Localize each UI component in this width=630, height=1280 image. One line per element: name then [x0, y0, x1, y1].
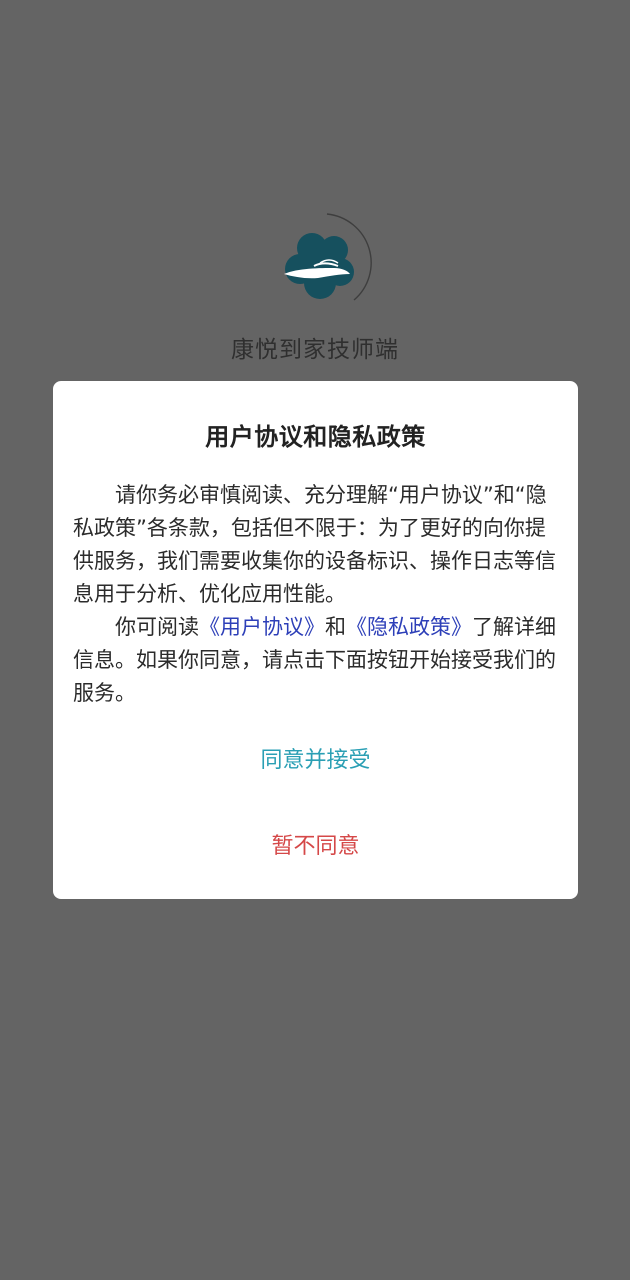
dialog-paragraph-2: 你可阅读《用户协议》和《隐私政策》了解详细信息。如果你同意，请点击下面按钮开始接… — [73, 611, 559, 710]
decline-button[interactable]: 暂不同意 — [53, 828, 578, 860]
privacy-policy-link[interactable]: 《隐私政策》 — [346, 615, 472, 639]
app-logo — [270, 208, 380, 318]
app-name: 康悦到家技师端 — [231, 337, 399, 363]
accept-button[interactable]: 同意并接受 — [53, 742, 578, 774]
user-agreement-link[interactable]: 《用户协议》 — [199, 615, 325, 639]
dialog-title: 用户协议和隐私政策 — [205, 423, 426, 451]
cloud-hand-logo-icon — [284, 213, 372, 301]
privacy-dialog: 用户协议和隐私政策 请你务必审慎阅读、充分理解“用户协议”和“隐私政策”各条款，… — [53, 381, 578, 899]
dialog-paragraph-1: 请你务必审慎阅读、充分理解“用户协议”和“隐私政策”各条款，包括但不限于：为了更… — [73, 483, 556, 606]
paragraph-2-prefix: 你可阅读 — [115, 615, 199, 639]
paragraph-2-middle: 和 — [325, 615, 346, 639]
dialog-body: 请你务必审慎阅读、充分理解“用户协议”和“隐私政策”各条款，包括但不限于：为了更… — [73, 479, 559, 710]
